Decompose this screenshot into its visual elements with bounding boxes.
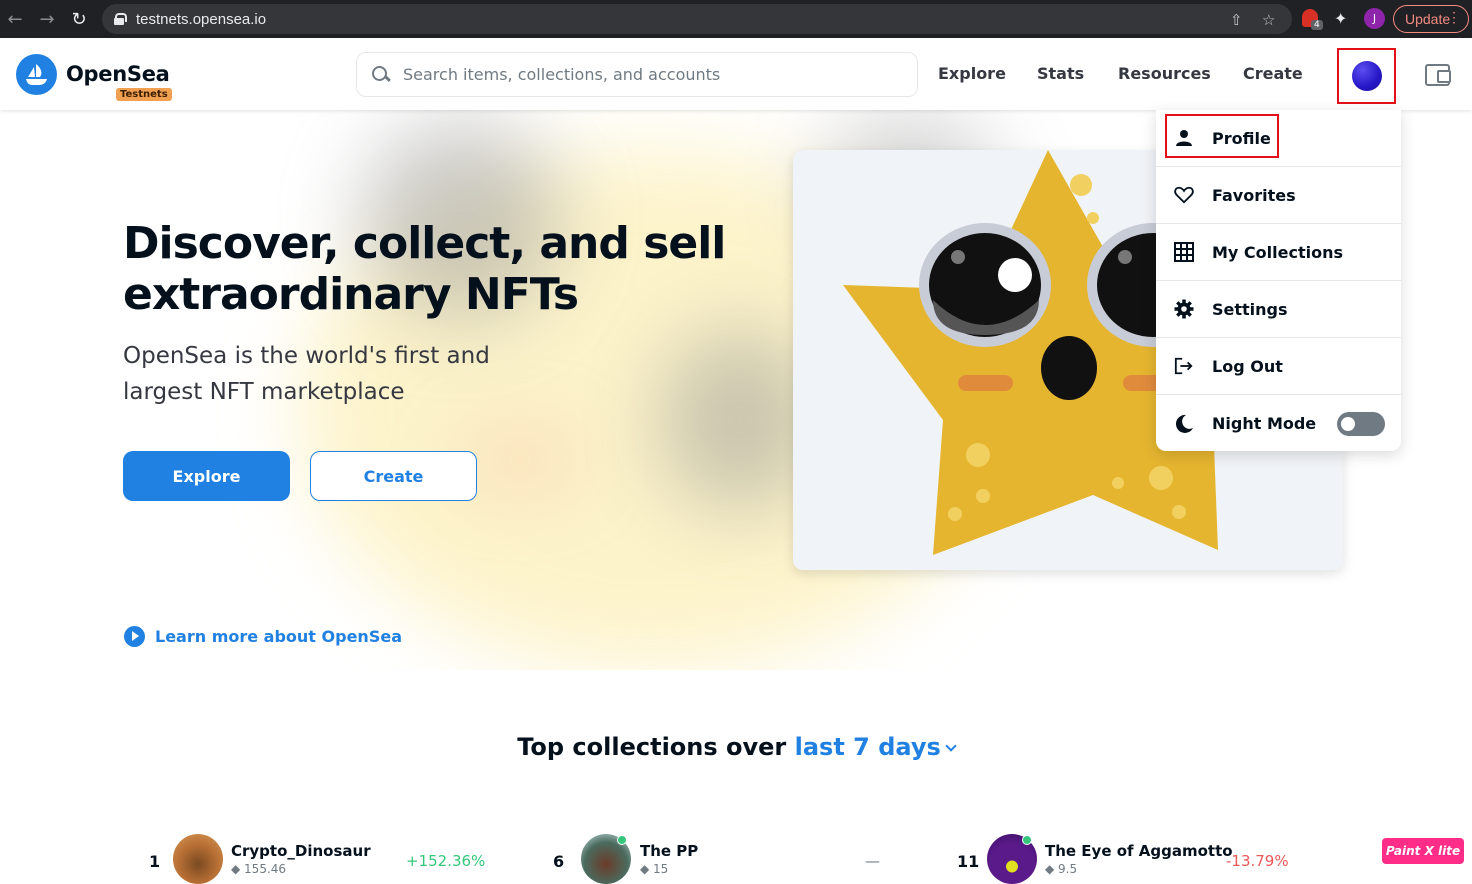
- collection-name[interactable]: The PP: [640, 842, 698, 860]
- collection-volume: ◆ 15: [640, 862, 669, 876]
- testnets-badge: Testnets: [116, 88, 172, 101]
- night-mode-toggle[interactable]: [1337, 411, 1385, 436]
- browser-profile-avatar[interactable]: J: [1364, 8, 1385, 29]
- create-button[interactable]: Create: [310, 451, 477, 501]
- address-bar[interactable]: testnets.opensea.io ⇧ ☆: [102, 4, 1292, 34]
- puzzle-icon[interactable]: ✦: [1334, 9, 1347, 28]
- back-arrow-icon[interactable]: ←: [0, 4, 30, 34]
- menu-dots-icon: ⋮: [1447, 9, 1461, 25]
- nav-stats[interactable]: Stats: [1037, 64, 1084, 83]
- play-icon: [124, 626, 145, 647]
- collection-volume: ◆ 155.46: [231, 862, 287, 876]
- moon-icon: [1174, 414, 1194, 434]
- nav-create[interactable]: Create: [1243, 64, 1303, 83]
- gear-icon: [1174, 299, 1194, 319]
- reload-icon[interactable]: ↻: [64, 4, 94, 34]
- search-input[interactable]: [403, 65, 883, 84]
- bookmark-star-icon[interactable]: ☆: [1262, 11, 1275, 29]
- browser-toolbar: ← → ↻ testnets.opensea.io ⇧ ☆ 4 ✦ J Upda…: [0, 0, 1472, 38]
- account-button-highlight[interactable]: [1337, 48, 1396, 104]
- forward-arrow-icon[interactable]: →: [32, 4, 62, 34]
- hero-subtitle: OpenSea is the world's first and largest…: [123, 343, 490, 405]
- verified-badge-icon: [617, 835, 627, 845]
- menu-item-settings[interactable]: Settings: [1156, 281, 1401, 338]
- menu-item-label: Settings: [1212, 299, 1288, 319]
- site-header: OpenSea Testnets Explore Stats Resources…: [0, 38, 1472, 110]
- top-collections-heading: Top collections over last 7 days: [0, 733, 1472, 761]
- collection-volume: ◆ 9.5: [1045, 862, 1078, 876]
- search-icon: [371, 65, 391, 85]
- menu-item-profile[interactable]: Profile: [1156, 110, 1401, 167]
- nav-explore[interactable]: Explore: [938, 64, 1006, 83]
- share-icon[interactable]: ⇧: [1230, 11, 1243, 29]
- menu-item-label: Night Mode: [1212, 414, 1317, 433]
- collection-rank: 1: [149, 852, 161, 871]
- hero-title: Discover, collect, and sell extraordinar…: [123, 218, 726, 320]
- collection-rank: 11: [957, 852, 980, 871]
- collection-change: -13.79%: [1226, 852, 1289, 870]
- collection-avatar[interactable]: [173, 834, 223, 884]
- verified-badge-icon: [1022, 835, 1032, 845]
- learn-more-label: Learn more about OpenSea: [155, 627, 402, 646]
- collection-change: —: [865, 852, 880, 870]
- heart-icon: [1174, 185, 1194, 205]
- person-icon: [1174, 128, 1194, 148]
- url-text: testnets.opensea.io: [136, 10, 267, 28]
- logo-text[interactable]: OpenSea: [66, 62, 170, 86]
- menu-item-my-collections[interactable]: My Collections: [1156, 224, 1401, 281]
- paint-x-lite-badge: Paint X lite: [1382, 838, 1464, 864]
- update-button[interactable]: Update ⋮: [1393, 5, 1469, 33]
- menu-item-night-mode[interactable]: Night Mode: [1156, 395, 1401, 452]
- collection-name[interactable]: Crypto_Dinosaur: [231, 842, 371, 860]
- account-dropdown-menu: Profile Favorites My Collections Setting…: [1156, 110, 1401, 451]
- collection-change: +152.36%: [406, 852, 486, 870]
- collection-name[interactable]: The Eye of Aggamotto: [1045, 842, 1233, 860]
- chevron-down-icon: [945, 740, 957, 752]
- menu-item-label: Favorites: [1212, 185, 1296, 205]
- wallet-icon[interactable]: [1425, 64, 1451, 86]
- nav-resources[interactable]: Resources: [1118, 64, 1211, 83]
- menu-item-label: Profile: [1212, 128, 1271, 148]
- menu-item-log-out[interactable]: Log Out: [1156, 338, 1401, 395]
- grid-icon: [1174, 242, 1194, 262]
- lock-icon: [114, 13, 127, 25]
- menu-item-favorites[interactable]: Favorites: [1156, 167, 1401, 224]
- avatar[interactable]: [1352, 61, 1382, 91]
- update-label: Update: [1405, 11, 1451, 27]
- menu-item-label: Log Out: [1212, 356, 1283, 376]
- opensea-logo-icon[interactable]: [16, 54, 57, 95]
- extension-badge: 4: [1311, 20, 1323, 30]
- top-collections-heading-text: Top collections over: [517, 733, 787, 761]
- explore-button[interactable]: Explore: [123, 451, 290, 501]
- period-label: last 7 days: [794, 733, 941, 761]
- search-bar[interactable]: [356, 52, 918, 97]
- period-dropdown[interactable]: last 7 days: [794, 733, 957, 761]
- logout-icon: [1174, 356, 1194, 376]
- collection-rank: 6: [553, 852, 565, 871]
- menu-item-label: My Collections: [1212, 242, 1343, 262]
- learn-more-link[interactable]: Learn more about OpenSea: [124, 626, 402, 647]
